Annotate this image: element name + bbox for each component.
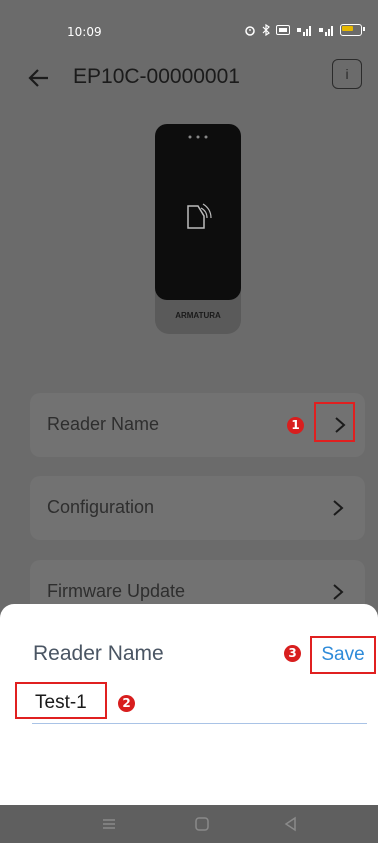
status-bar: 10:09	[0, 0, 378, 50]
menu-item-label: Firmware Update	[47, 581, 186, 601]
alarm-icon	[245, 26, 255, 36]
device-brand: ARMATURA	[175, 311, 221, 320]
page-title: EP10C-00000001	[73, 65, 240, 88]
save-button[interactable]: Save	[310, 636, 376, 674]
battery-icon	[340, 24, 365, 36]
back-arrow-icon[interactable]	[26, 65, 52, 91]
chevron-right-icon[interactable]	[331, 582, 345, 602]
back-icon[interactable]	[282, 815, 300, 833]
annotation-mark-3: 3	[284, 645, 301, 662]
status-icons	[244, 24, 365, 36]
highlight-box-chevron	[314, 402, 355, 442]
reader-name-field	[15, 682, 367, 728]
navigation-bar	[0, 805, 378, 843]
device-image: ARMATURA	[155, 124, 241, 334]
menu-item-label: Reader Name	[47, 414, 160, 434]
header: EP10C-00000001 i	[0, 55, 378, 105]
annotation-mark-1: 1	[287, 417, 304, 434]
reader-name-input[interactable]	[32, 682, 367, 724]
hd-icon	[276, 25, 290, 35]
menu-icon[interactable]	[100, 815, 118, 833]
chevron-right-icon[interactable]	[331, 498, 345, 518]
info-button[interactable]: i	[332, 59, 362, 89]
home-icon[interactable]	[193, 815, 211, 833]
annotation-mark-2: 2	[118, 695, 135, 712]
menu-item-configuration[interactable]: Configuration	[30, 476, 365, 540]
status-time: 10:09	[67, 25, 102, 39]
bluetooth-icon	[262, 24, 270, 36]
signal-icon	[319, 25, 333, 36]
reader-name-dialog: Reader Name 3 Save 2	[0, 604, 378, 805]
menu-item-label: Configuration	[47, 497, 155, 517]
dialog-title: Reader Name	[33, 642, 164, 665]
signal-icon	[297, 25, 311, 36]
